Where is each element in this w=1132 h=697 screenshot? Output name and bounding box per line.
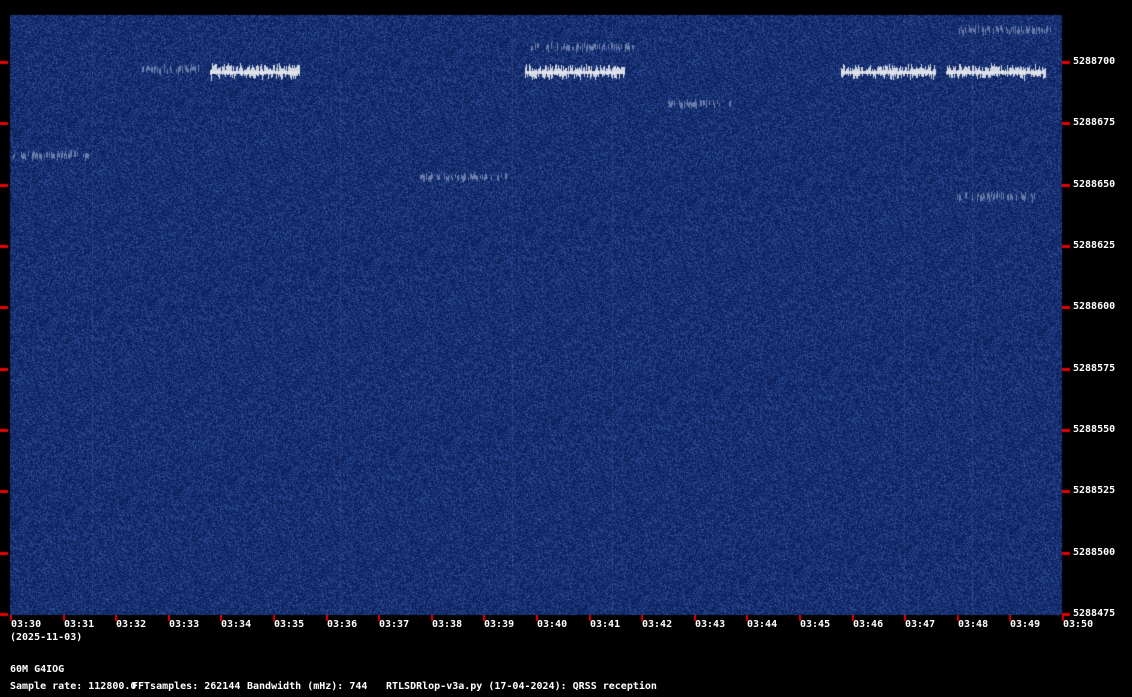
station-label: 60M G4IOG [10, 664, 65, 675]
y-tick-label: 5288700 [1073, 56, 1116, 67]
x-tick-label: 03:48 [958, 619, 989, 630]
software-label: RTLSDRlop-v3a.py (17-04-2024): QRSS rece… [386, 681, 657, 692]
x-tick-label: 03:49 [1010, 619, 1041, 630]
y-tick-label: 5288500 [1073, 547, 1116, 558]
x-tick-label: 03:43 [695, 619, 726, 630]
sample-rate-label: Sample rate: 112800.0 [10, 681, 137, 692]
y-tick-label: 5288475 [1073, 608, 1116, 619]
x-tick-label: 03:32 [116, 619, 147, 630]
x-tick-label: 03:38 [432, 619, 463, 630]
x-tick-label: 03:33 [169, 619, 200, 630]
y-tick-label: 5288525 [1073, 485, 1116, 496]
x-tick-label: 03:47 [905, 619, 936, 630]
x-tick-label: 03:45 [800, 619, 831, 630]
x-tick-label: 03:31 [64, 619, 95, 630]
x-tick-label: 03:34 [221, 619, 252, 630]
fft-samples-label: FFTsamples: 262144 [132, 681, 241, 692]
y-tick-label: 5288575 [1073, 363, 1116, 374]
x-tick-label: 03:46 [853, 619, 884, 630]
x-tick-label: 03:37 [379, 619, 410, 630]
x-tick-label: 03:30 [11, 619, 42, 630]
y-tick-label: 5288625 [1073, 240, 1116, 251]
y-tick-label: 5288675 [1073, 117, 1116, 128]
x-tick-label: 03:35 [274, 619, 305, 630]
x-tick-label: 03:39 [484, 619, 515, 630]
x-tick-label: 03:40 [537, 619, 568, 630]
spectrogram-canvas [0, 0, 1132, 697]
x-tick-label: 03:42 [642, 619, 673, 630]
x-tick-label: 03:36 [327, 619, 358, 630]
x-tick-label: 03:50 [1063, 619, 1094, 630]
bandwidth-label: Bandwidth (mHz): 744 [247, 681, 368, 692]
y-tick-label: 5288650 [1073, 179, 1116, 190]
date-label: (2025-11-03) [10, 632, 83, 643]
x-tick-label: 03:41 [590, 619, 621, 630]
y-tick-label: 5288550 [1073, 424, 1116, 435]
y-tick-label: 5288600 [1073, 301, 1116, 312]
x-tick-label: 03:44 [747, 619, 778, 630]
